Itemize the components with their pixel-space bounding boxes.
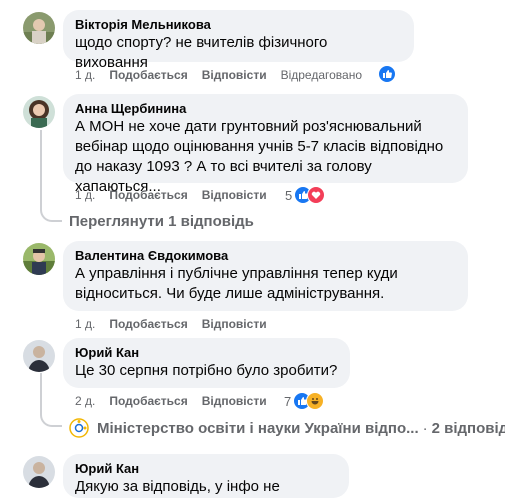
replies-count[interactable]: 2 відповіді	[432, 420, 505, 437]
reactions[interactable]	[378, 65, 396, 83]
thread-connector	[40, 373, 62, 427]
comment-time[interactable]: 1 д.	[75, 187, 95, 203]
reply-button[interactable]: Відповісти	[202, 187, 267, 203]
like-button[interactable]: Подобається	[109, 67, 187, 83]
avatar-yurii[interactable]	[23, 456, 55, 488]
comment-time[interactable]: 1 д.	[75, 316, 95, 332]
comment-author[interactable]: Юрий Кан	[75, 461, 337, 477]
view-replies-link[interactable]: Переглянути 1 відповідь	[69, 213, 254, 230]
comment-text: А МОН не хоче дати грунтовний роз'яснюва…	[75, 118, 444, 195]
ministry-replies-link[interactable]: Міністерство освіти і науки України відп…	[69, 418, 505, 438]
comment-actions: 1 д. Подобається Відповісти Відредагован…	[75, 67, 362, 83]
comment-bubble: Вікторія Мельникова щодо спорту? не вчит…	[63, 10, 414, 71]
comment-bubble: Валентина Євдокимова А управління і публ…	[63, 241, 468, 311]
ministry-name[interactable]: Міністерство освіти і науки України відп…	[97, 420, 419, 437]
comment-bubble: Юрий Кан Це 30 серпня потрібно було зроб…	[63, 338, 350, 388]
comment-bubble: Анна Щербинина А МОН не хоче дати грунто…	[63, 94, 468, 195]
reaction-count: 7	[284, 393, 292, 409]
reply-button[interactable]: Відповісти	[202, 316, 267, 332]
reply-button[interactable]: Відповісти	[202, 393, 267, 409]
comment-author[interactable]: Юрий Кан	[75, 345, 338, 361]
comment-author[interactable]: Валентина Євдокимова	[75, 248, 456, 264]
comment-actions: 1 д. Подобається Відповісти	[75, 187, 281, 203]
comment-actions: 2 д. Подобається Відповісти	[75, 393, 281, 409]
comment-time[interactable]: 1 д.	[75, 67, 95, 83]
reply-button[interactable]: Відповісти	[202, 67, 267, 83]
comment-time[interactable]: 2 д.	[75, 393, 95, 409]
avatar-anna[interactable]	[23, 96, 55, 128]
comment-text: Дякую за відповідь, у інфо не побачив	[75, 478, 280, 495]
like-button[interactable]: Подобається	[109, 187, 187, 203]
thread-connector	[40, 130, 62, 222]
reactions[interactable]: 7	[284, 392, 325, 410]
ministry-logo-icon	[69, 418, 89, 438]
reactions[interactable]: 5	[285, 186, 326, 204]
comment-author[interactable]: Анна Щербинина	[75, 101, 456, 117]
haha-reaction-icon	[306, 392, 325, 410]
like-button[interactable]: Подобається	[109, 393, 187, 409]
comment-text: А управління і публічне управління тепер…	[75, 265, 398, 302]
separator-dot: ·	[422, 419, 428, 437]
avatar-valentyna[interactable]	[23, 243, 55, 275]
comment-actions: 1 д. Подобається Відповісти	[75, 316, 281, 332]
reaction-count: 5	[285, 187, 293, 203]
avatar-viktoriia[interactable]	[23, 12, 55, 44]
avatar-yurii[interactable]	[23, 340, 55, 372]
comment-text: Це 30 серпня потрібно було зробити?	[75, 362, 338, 379]
like-button[interactable]: Подобається	[109, 316, 187, 332]
love-reaction-icon	[307, 186, 326, 204]
comment-author[interactable]: Вікторія Мельникова	[75, 17, 402, 33]
edited-label: Відредаговано	[280, 68, 363, 82]
comment-bubble: Юрий Кан Дякую за відповідь, у інфо не п…	[63, 454, 349, 498]
like-reaction-icon	[378, 65, 396, 83]
